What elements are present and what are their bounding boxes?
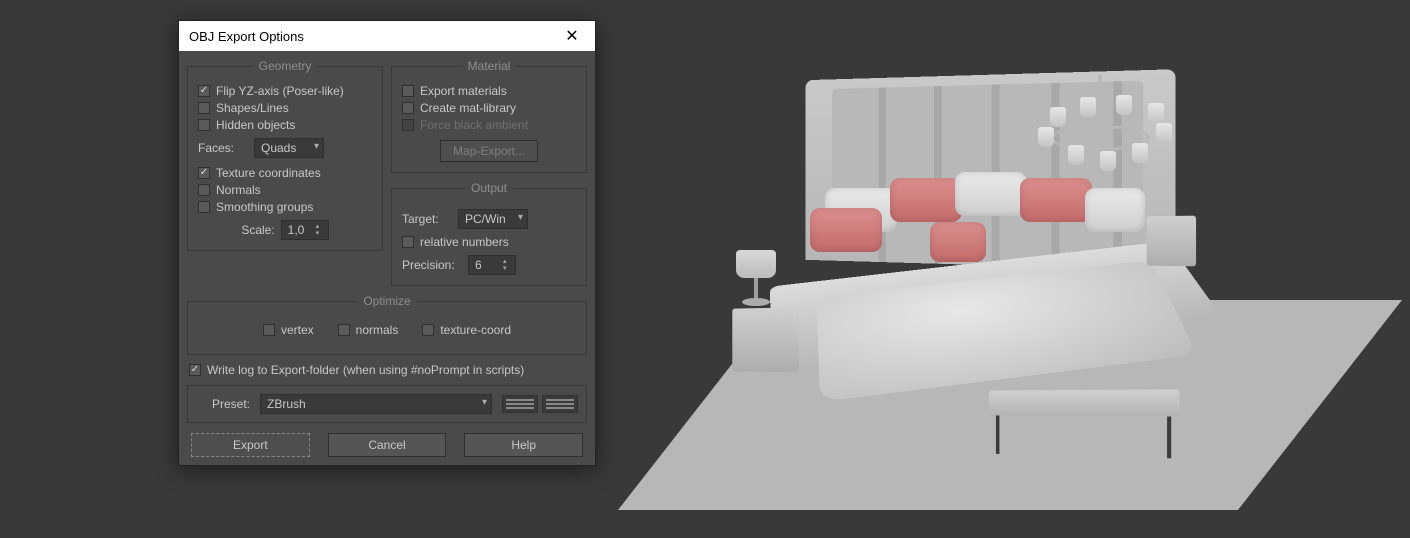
pillow-mesh — [810, 208, 882, 252]
checkbox-icon — [198, 201, 210, 213]
checkbox-icon — [198, 102, 210, 114]
preset-save-icon[interactable] — [542, 395, 578, 413]
texture-coords-checkbox[interactable]: Texture coordinates — [198, 166, 372, 180]
export-button[interactable]: Export — [191, 433, 310, 457]
viewport-3d[interactable] — [620, 0, 1410, 538]
checkbox-icon — [338, 324, 350, 336]
preset-select[interactable]: ZBrush — [260, 394, 492, 414]
optimize-group: Optimize vertex normals texture-coord — [187, 294, 587, 355]
output-legend: Output — [465, 181, 513, 195]
output-group: Output Target: PC/Win relative numbers P… — [391, 181, 587, 286]
write-log-checkbox[interactable]: Write log to Export-folder (when using #… — [189, 363, 585, 377]
checkbox-icon — [422, 324, 434, 336]
target-label: Target: — [402, 212, 452, 226]
scale-spinner[interactable]: 1,0 — [281, 220, 329, 240]
pillow-mesh — [955, 172, 1027, 216]
optimize-legend: Optimize — [357, 294, 416, 308]
close-icon[interactable]: ✕ — [559, 26, 585, 46]
lamp-mesh — [736, 250, 776, 310]
material-group: Material Export materials Create mat-lib… — [391, 59, 587, 173]
scale-label: Scale: — [241, 223, 274, 237]
checkbox-icon — [198, 85, 210, 97]
target-select[interactable]: PC/Win — [458, 209, 528, 229]
map-export-button: Map-Export... — [440, 140, 538, 162]
pillow-mesh — [890, 178, 962, 222]
checkbox-icon — [198, 167, 210, 179]
geometry-group: Geometry Flip YZ-axis (Poser-like) Shape… — [187, 59, 383, 251]
preset-label: Preset: — [196, 397, 250, 411]
normals-checkbox[interactable]: Normals — [198, 183, 372, 197]
bench-mesh — [989, 389, 1180, 416]
optimize-vertex-checkbox[interactable]: vertex — [263, 323, 314, 337]
create-matlib-checkbox[interactable]: Create mat-library — [402, 101, 576, 115]
checkbox-icon — [263, 324, 275, 336]
checkbox-icon — [198, 184, 210, 196]
checkbox-icon — [402, 119, 414, 131]
smoothing-groups-checkbox[interactable]: Smoothing groups — [198, 200, 372, 214]
cancel-button[interactable]: Cancel — [328, 433, 447, 457]
faces-select[interactable]: Quads — [254, 138, 324, 158]
precision-label: Precision: — [402, 258, 462, 272]
checkbox-icon — [198, 119, 210, 131]
checkbox-icon — [189, 364, 201, 376]
material-legend: Material — [462, 59, 517, 73]
dialog-title: OBJ Export Options — [189, 29, 559, 44]
nightstand-mesh — [1147, 216, 1196, 267]
relative-numbers-checkbox[interactable]: relative numbers — [402, 235, 576, 249]
hidden-objects-checkbox[interactable]: Hidden objects — [198, 118, 372, 132]
checkbox-icon — [402, 102, 414, 114]
optimize-normals-checkbox[interactable]: normals — [338, 323, 399, 337]
help-button[interactable]: Help — [464, 433, 583, 457]
geometry-legend: Geometry — [253, 59, 318, 73]
preset-row: Preset: ZBrush — [187, 385, 587, 423]
nightstand-mesh — [732, 307, 799, 372]
flip-yz-checkbox[interactable]: Flip YZ-axis (Poser-like) — [198, 84, 372, 98]
faces-label: Faces: — [198, 141, 248, 155]
titlebar[interactable]: OBJ Export Options ✕ — [179, 21, 595, 51]
chandelier-mesh — [1020, 75, 1180, 195]
obj-export-dialog: OBJ Export Options ✕ Geometry Flip YZ-ax… — [178, 20, 596, 466]
pillow-mesh — [930, 222, 986, 262]
force-black-ambient-checkbox: Force black ambient — [402, 118, 576, 132]
preset-load-icon[interactable] — [502, 395, 538, 413]
export-materials-checkbox[interactable]: Export materials — [402, 84, 576, 98]
precision-spinner[interactable]: 6 — [468, 255, 516, 275]
checkbox-icon — [402, 85, 414, 97]
shapes-lines-checkbox[interactable]: Shapes/Lines — [198, 101, 372, 115]
optimize-texcoord-checkbox[interactable]: texture-coord — [422, 323, 511, 337]
checkbox-icon — [402, 236, 414, 248]
